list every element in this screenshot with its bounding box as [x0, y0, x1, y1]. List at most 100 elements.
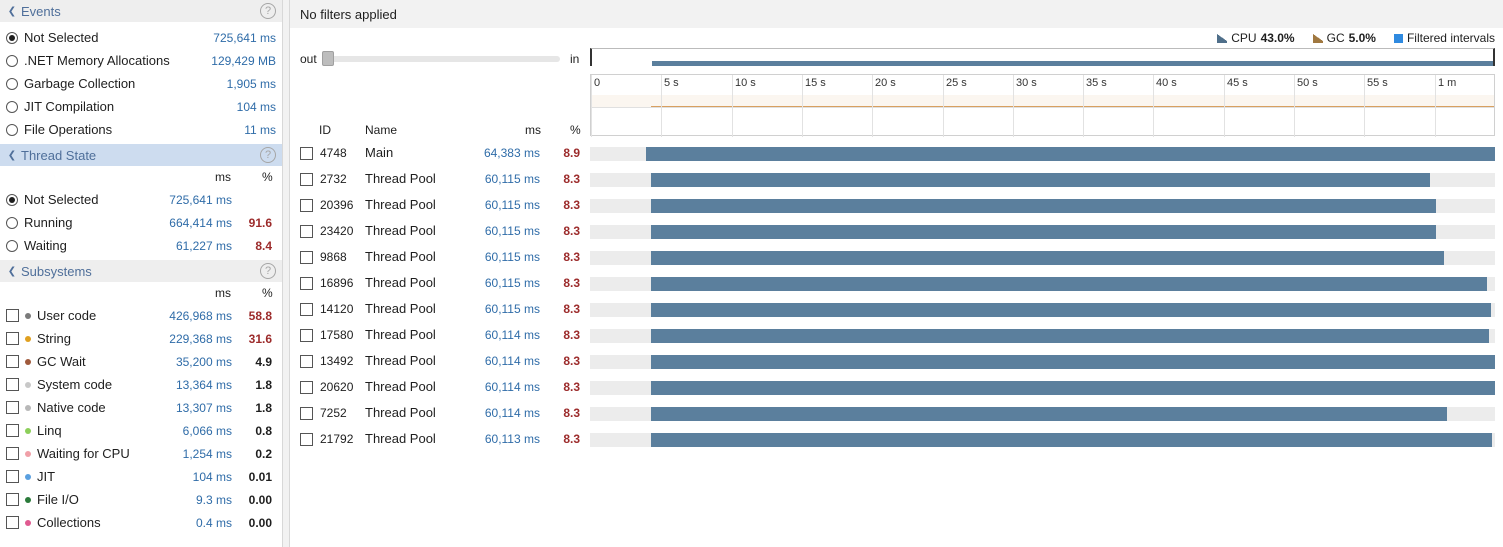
subsystem-filter-item[interactable]: User code 426,968 ms 58.8 — [0, 304, 282, 327]
checkbox[interactable] — [6, 309, 19, 322]
thread-row[interactable]: 20620 Thread Pool 60,114 ms 8.3 — [290, 375, 1503, 401]
event-filter-label: JIT Compilation — [24, 99, 115, 114]
thread-name-header[interactable]: Name — [365, 123, 397, 137]
thread-row[interactable]: 4748 Main 64,383 ms 8.9 — [290, 141, 1503, 167]
help-icon[interactable]: ? — [260, 147, 276, 163]
subsystem-label: JIT — [37, 469, 56, 484]
thread-pct-header[interactable]: % — [570, 123, 581, 137]
thread-timeline-track[interactable] — [590, 433, 1495, 447]
thread-state-filter-item[interactable]: Not Selected 725,641 ms — [0, 188, 282, 211]
subsystem-filter-item[interactable]: JIT 104 ms 0.01 — [0, 465, 282, 488]
event-filter-item[interactable]: .NET Memory Allocations 129,429 MB — [0, 49, 282, 72]
subsystem-value: 426,968 ms — [169, 308, 232, 323]
event-filter-value: 11 ms — [244, 122, 276, 137]
thread-timeline-track[interactable] — [590, 329, 1495, 343]
radio-button[interactable] — [6, 193, 18, 206]
thread-timeline-track[interactable] — [590, 303, 1495, 317]
thread-timeline-track[interactable] — [590, 407, 1495, 421]
thread-timeline-track[interactable] — [590, 381, 1495, 395]
thread-checkbox[interactable] — [300, 147, 313, 160]
timeline-overview[interactable] — [590, 48, 1495, 66]
subsystem-filter-item[interactable]: Waiting for CPU 1,254 ms 0.2 — [0, 442, 282, 465]
thread-row[interactable]: 23420 Thread Pool 60,115 ms 8.3 — [290, 219, 1503, 245]
thread-checkbox[interactable] — [300, 433, 313, 446]
thread-timeline-track[interactable] — [590, 277, 1495, 291]
zoom-slider-thumb[interactable] — [322, 51, 334, 66]
thread-row[interactable]: 20396 Thread Pool 60,115 ms 8.3 — [290, 193, 1503, 219]
thread-row[interactable]: 13492 Thread Pool 60,114 ms 8.3 — [290, 349, 1503, 375]
subsystem-filter-item[interactable]: GC Wait 35,200 ms 4.9 — [0, 350, 282, 373]
ruler-tick-label: 40 s — [1156, 77, 1177, 89]
checkbox[interactable] — [6, 470, 19, 483]
checkbox[interactable] — [6, 447, 19, 460]
thread-checkbox[interactable] — [300, 329, 313, 342]
thread-timeline-track[interactable] — [590, 147, 1495, 161]
thread-checkbox[interactable] — [300, 225, 313, 238]
thread-id-header[interactable]: ID — [319, 123, 331, 137]
thread-state-filter-item[interactable]: Waiting 61,227 ms 8.4 — [0, 234, 282, 257]
filter-status-text: No filters applied — [300, 6, 397, 22]
radio-button[interactable] — [6, 77, 18, 90]
thread-timeline-track[interactable] — [590, 173, 1495, 187]
thread-checkbox[interactable] — [300, 303, 313, 316]
help-icon[interactable]: ? — [260, 263, 276, 279]
checkbox[interactable] — [6, 378, 19, 391]
checkbox[interactable] — [6, 493, 19, 506]
thread-row[interactable]: 17580 Thread Pool 60,114 ms 8.3 — [290, 323, 1503, 349]
events-section-header[interactable]: ❮ Events ? — [0, 0, 282, 22]
zoom-slider-track[interactable] — [324, 56, 560, 62]
thread-checkbox[interactable] — [300, 173, 313, 186]
checkbox[interactable] — [6, 516, 19, 529]
thread-row[interactable]: 9868 Thread Pool 60,115 ms 8.3 — [290, 245, 1503, 271]
time-ruler[interactable]: 0 5 s 10 s 15 s 20 s 25 s 30 s 35 s 40 s 45 s 50 s… — [590, 74, 1495, 137]
radio-button[interactable] — [6, 216, 18, 229]
thread-state-section-header[interactable]: ❮ Thread State ? — [0, 144, 282, 166]
thread-checkbox[interactable] — [300, 199, 313, 212]
thread-checkbox[interactable] — [300, 251, 313, 264]
thread-row[interactable]: 7252 Thread Pool 60,114 ms 8.3 — [290, 401, 1503, 427]
thread-checkbox[interactable] — [300, 355, 313, 368]
chevron-down-icon: ❮ — [7, 149, 17, 161]
thread-checkbox[interactable] — [300, 277, 313, 290]
checkbox[interactable] — [6, 424, 19, 437]
help-icon[interactable]: ? — [260, 3, 276, 19]
subsystem-filter-item[interactable]: Collections 0.4 ms 0.00 — [0, 511, 282, 534]
event-filter-item[interactable]: Garbage Collection 1,905 ms — [0, 72, 282, 95]
thread-state-section-title: Thread State — [21, 147, 97, 163]
thread-timeline-track[interactable] — [590, 225, 1495, 239]
subsystem-filter-item[interactable]: Native code 13,307 ms 1.8 — [0, 396, 282, 419]
thread-state-filter-item[interactable]: Running 664,414 ms 91.6 — [0, 211, 282, 234]
event-filter-item[interactable]: Not Selected 725,641 ms — [0, 26, 282, 49]
radio-button[interactable] — [6, 123, 18, 136]
checkbox[interactable] — [6, 401, 19, 414]
checkbox[interactable] — [6, 332, 19, 345]
thread-checkbox[interactable] — [300, 407, 313, 420]
thread-name: Thread Pool — [365, 197, 436, 212]
subsystem-filter-item[interactable]: String 229,368 ms 31.6 — [0, 327, 282, 350]
radio-button[interactable] — [6, 100, 18, 113]
subsystem-filter-item[interactable]: File I/O 9.3 ms 0.00 — [0, 488, 282, 511]
event-filter-item[interactable]: JIT Compilation 104 ms — [0, 95, 282, 118]
radio-button[interactable] — [6, 239, 18, 252]
subsystems-section-header[interactable]: ❮ Subsystems ? — [0, 260, 282, 282]
subsystem-filter-item[interactable]: Linq 6,066 ms 0.8 — [0, 419, 282, 442]
thread-timeline-track[interactable] — [590, 199, 1495, 213]
cpu-chart-icon — [1217, 33, 1228, 43]
thread-ms-header[interactable]: ms — [525, 123, 541, 137]
thread-row[interactable]: 21792 Thread Pool 60,113 ms 8.3 — [290, 427, 1503, 453]
subsystem-value: 13,364 ms — [175, 377, 232, 392]
thread-timeline-track[interactable] — [590, 251, 1495, 265]
radio-button[interactable] — [6, 54, 18, 67]
checkbox[interactable] — [6, 355, 19, 368]
event-filter-item[interactable]: File Operations 11 ms — [0, 118, 282, 141]
thread-row[interactable]: 2732 Thread Pool 60,115 ms 8.3 — [290, 167, 1503, 193]
event-filter-value: 725,641 ms — [213, 30, 276, 45]
thread-timeline-track[interactable] — [590, 355, 1495, 369]
thread-checkbox[interactable] — [300, 381, 313, 394]
radio-button[interactable] — [6, 31, 18, 44]
subsystem-filter-item[interactable]: System code 13,364 ms 1.8 — [0, 373, 282, 396]
thread-row[interactable]: 16896 Thread Pool 60,115 ms 8.3 — [290, 271, 1503, 297]
panel-splitter[interactable] — [282, 0, 290, 547]
thread-row[interactable]: 14120 Thread Pool 60,115 ms 8.3 — [290, 297, 1503, 323]
thread-ms: 60,114 ms — [484, 380, 540, 394]
